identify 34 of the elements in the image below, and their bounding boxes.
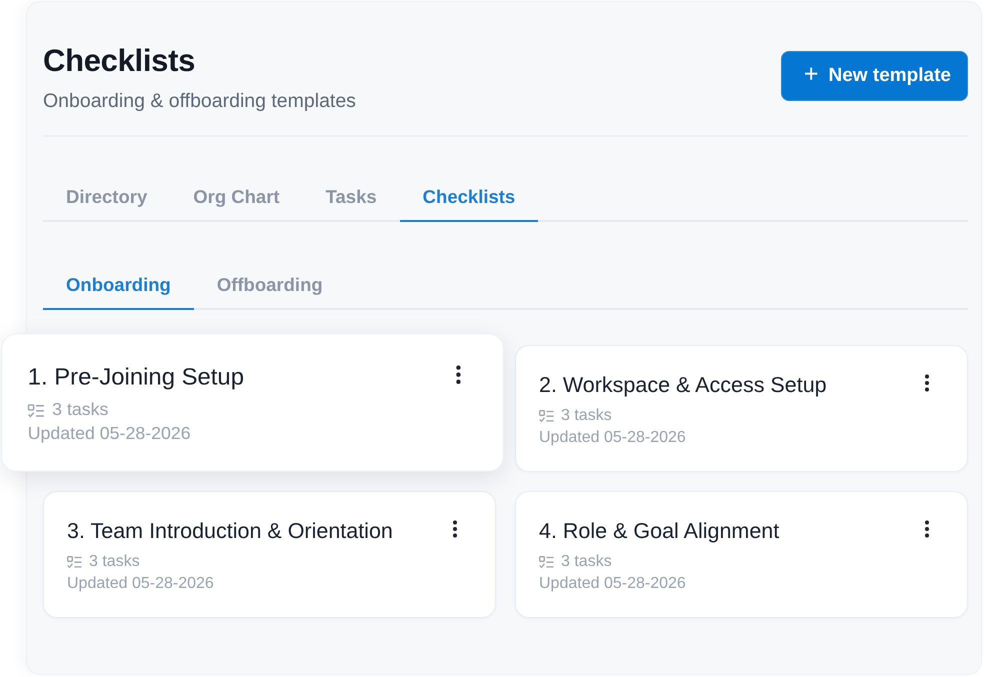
task-count: 3 tasks [52, 400, 108, 422]
tab[interactable]: Offboarding [194, 274, 346, 310]
template-title: 1. Pre-Joining Setup [28, 362, 244, 392]
template-card[interactable]: 3. Team Introduction & Orientation 3 tasks Updated 05-28-2026 [43, 491, 496, 618]
template-card[interactable]: 4. Role & Goal Alignment 3 tasks Updated 05-28-2026 [515, 491, 968, 618]
template-card[interactable]: 1. Pre-Joining Setup 3 tasks Updated 05-28-2026 [1, 333, 504, 472]
template-title: 4. Role & Goal Alignment [539, 518, 780, 544]
checklist-icon [539, 410, 554, 422]
tab[interactable]: Tasks [302, 186, 400, 222]
updated-date: Updated 05-28-2026 [539, 428, 687, 448]
template-title: 3. Team Introduction & Orientation [67, 518, 393, 544]
kebab-icon [925, 374, 929, 392]
plus-icon: + [804, 62, 819, 87]
page-subtitle: Onboarding & offboarding templates [43, 89, 356, 113]
template-title: 2. Workspace & Access Setup [539, 372, 827, 398]
tab[interactable]: Onboarding [43, 274, 194, 310]
task-count: 3 tasks [561, 406, 612, 426]
tab[interactable]: Directory [43, 186, 170, 222]
page-title: Checklists [43, 42, 196, 80]
updated-date: Updated 05-28-2026 [67, 574, 215, 594]
kebab-icon [453, 520, 457, 538]
new-template-button[interactable]: + New template [780, 51, 968, 101]
tab[interactable]: Org Chart [170, 186, 303, 222]
task-count: 3 tasks [89, 552, 140, 572]
task-count: 3 tasks [561, 552, 612, 572]
checklist-icon [28, 404, 44, 418]
tab[interactable]: Checklists [400, 186, 538, 222]
kebab-icon [925, 520, 929, 538]
checklist-icon [67, 556, 82, 568]
kebab-icon [456, 364, 461, 385]
checklist-icon [539, 556, 554, 568]
updated-date: Updated 05-28-2026 [539, 574, 687, 594]
updated-date: Updated 05-28-2026 [28, 424, 192, 446]
template-card[interactable]: 2. Workspace & Access Setup 3 tasks Updated 05-28-2026 [515, 345, 968, 472]
